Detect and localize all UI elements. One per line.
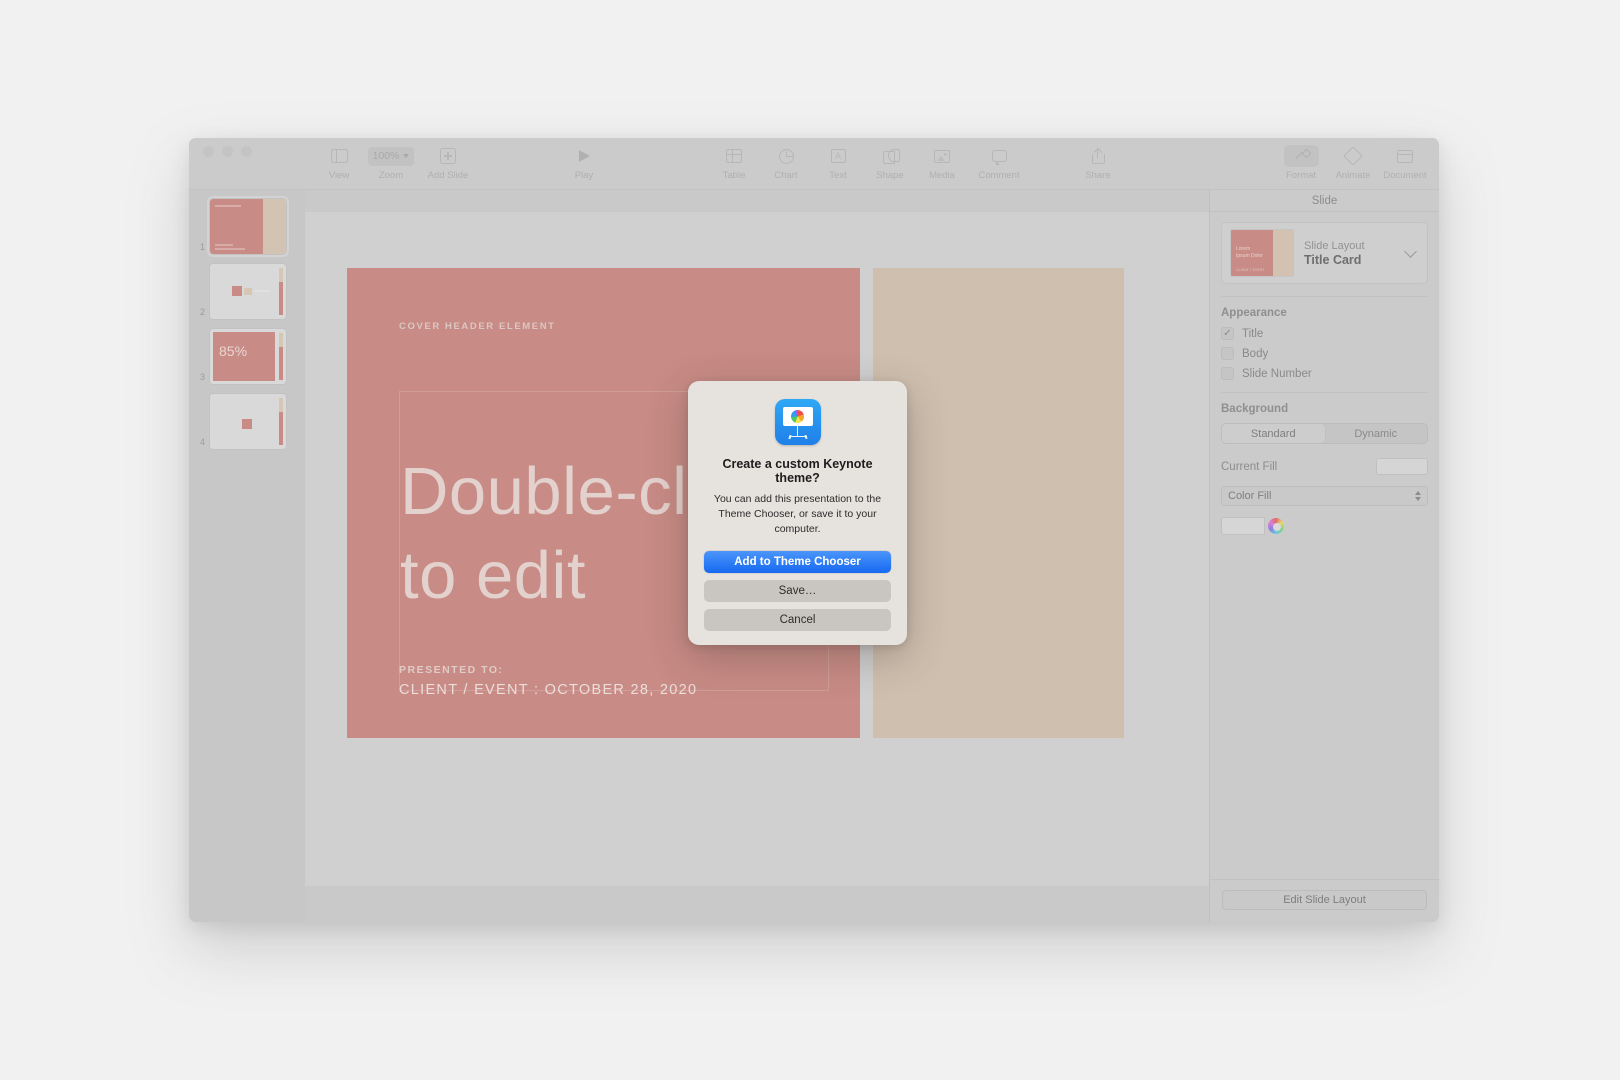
add-to-theme-chooser-button[interactable]: Add to Theme Chooser — [704, 550, 891, 573]
modal-overlay: Create a custom Keynote theme? You can a… — [189, 138, 1439, 922]
dialog-message: You can add this presentation to the The… — [713, 493, 882, 536]
keynote-app-window: View 100% Zoom Add Slide Play Table Char… — [189, 138, 1439, 922]
cancel-button[interactable]: Cancel — [704, 608, 891, 631]
dialog-title: Create a custom Keynote theme? — [722, 457, 873, 485]
desktop-background: View 100% Zoom Add Slide Play Table Char… — [0, 0, 1620, 1080]
create-theme-dialog: Create a custom Keynote theme? You can a… — [688, 381, 907, 645]
keynote-app-icon — [774, 399, 821, 445]
save-button[interactable]: Save… — [704, 579, 891, 602]
